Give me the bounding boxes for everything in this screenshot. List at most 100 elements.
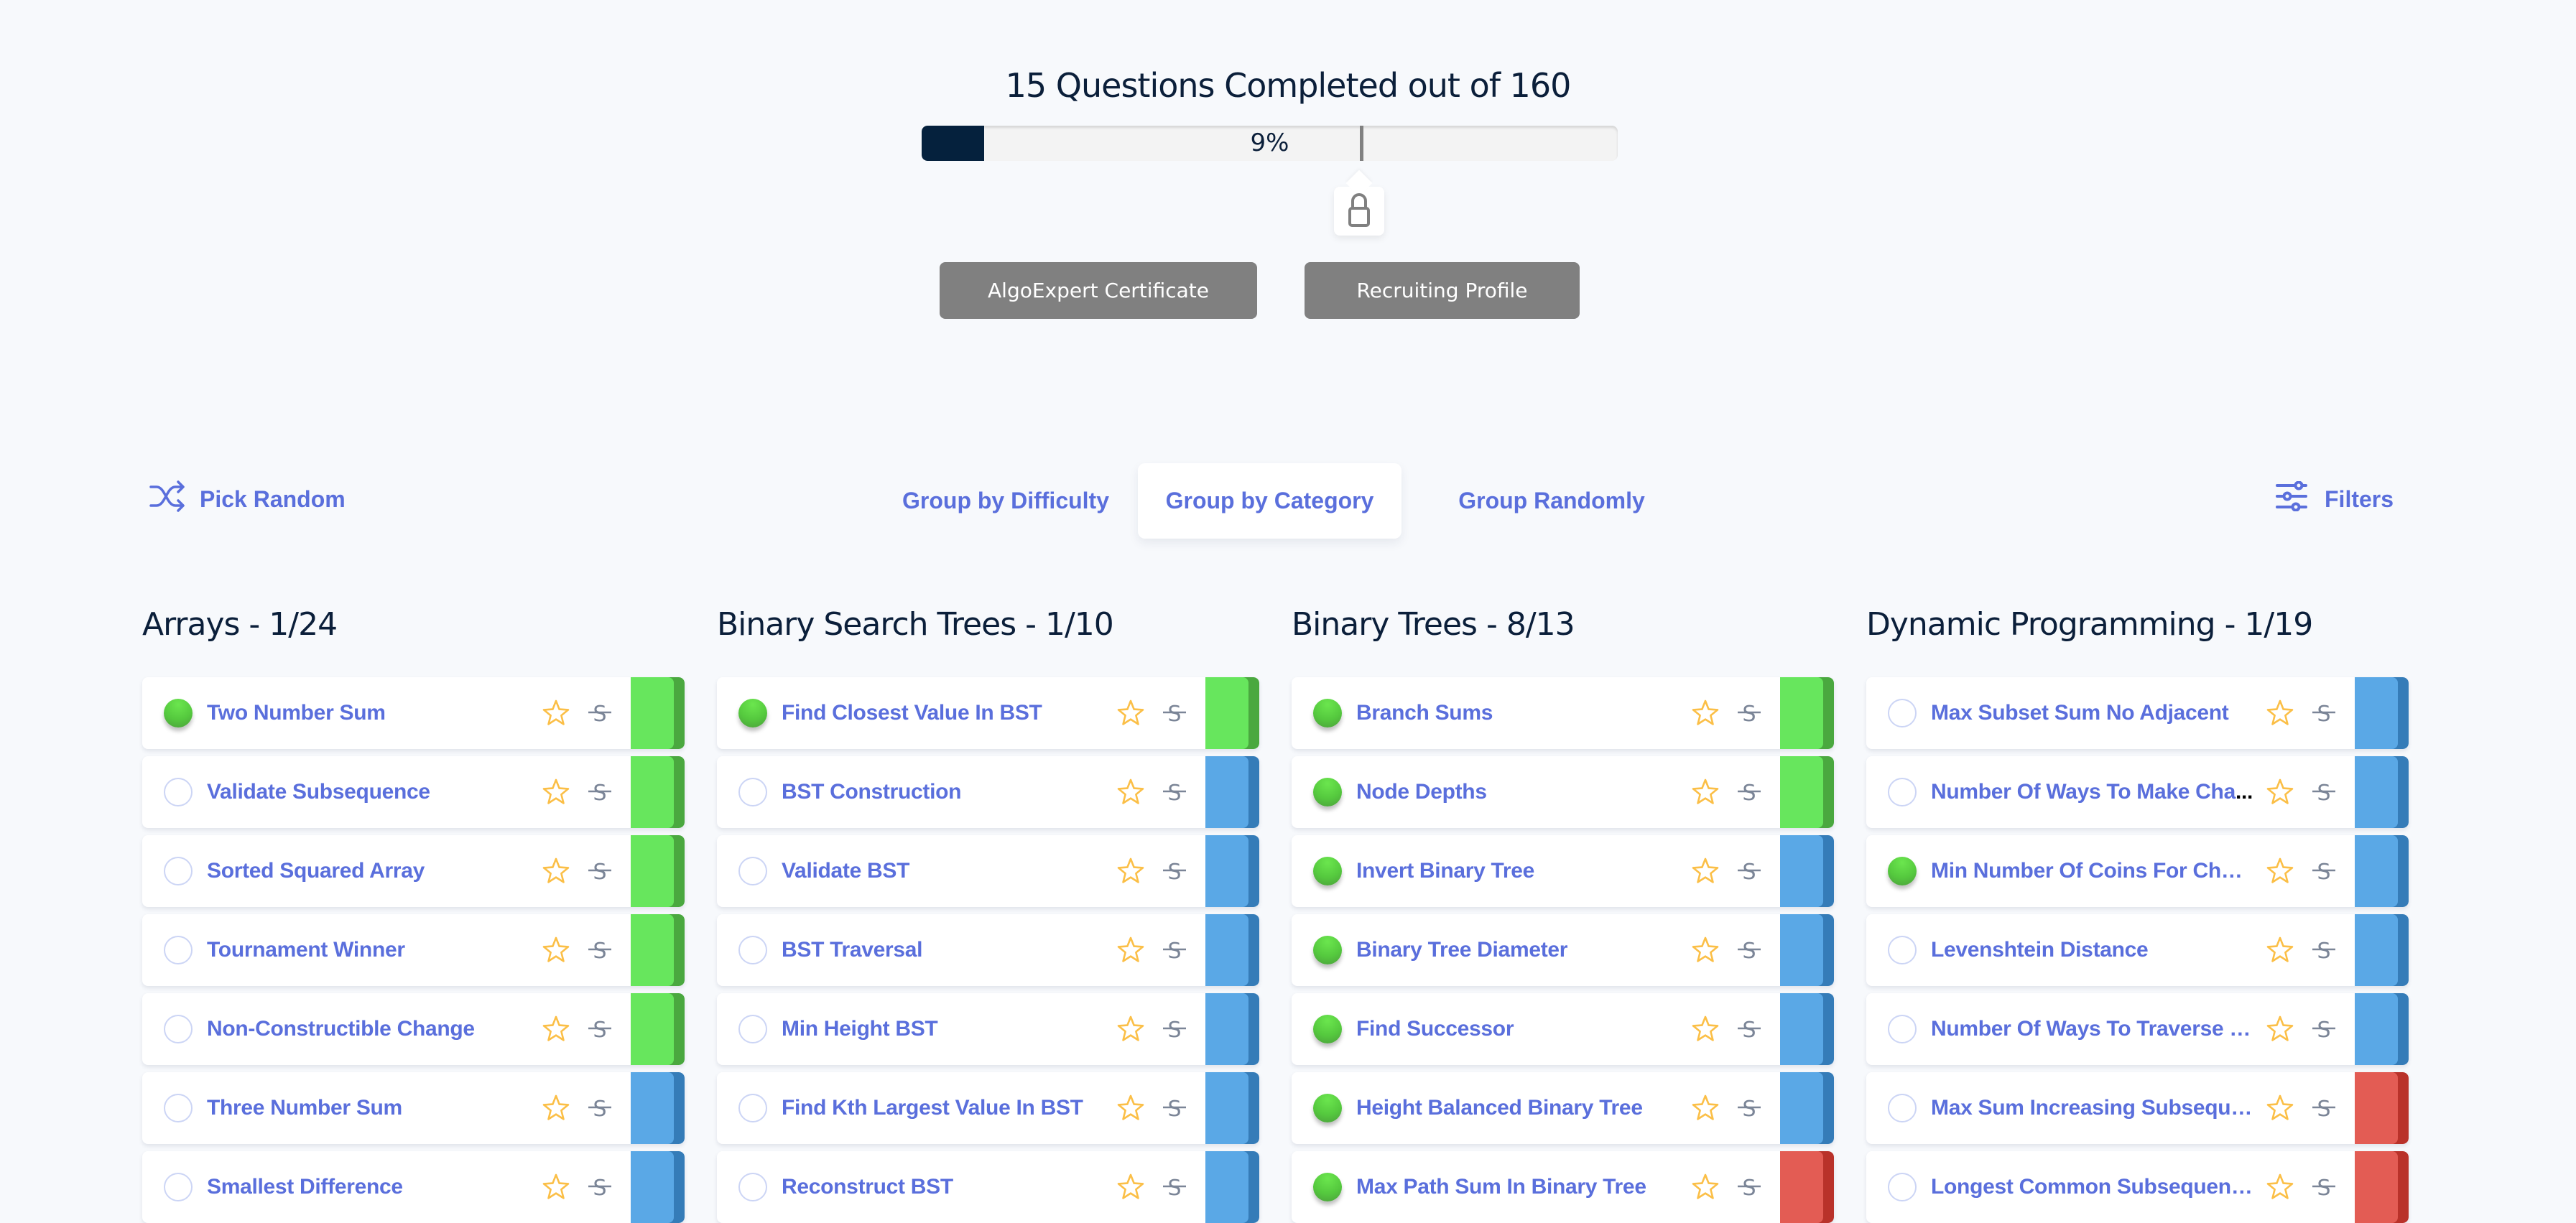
star-icon[interactable] (542, 1015, 570, 1043)
star-icon[interactable] (542, 778, 570, 806)
incomplete-indicator[interactable] (1888, 778, 1917, 806)
strikethrough-icon[interactable]: S (588, 1174, 612, 1201)
question-row[interactable]: Levenshtein Distance S (1866, 914, 2409, 986)
star-icon[interactable] (2266, 1173, 2294, 1201)
question-row[interactable]: Number Of Ways To Traverse G... S (1866, 993, 2409, 1065)
star-icon[interactable] (1116, 857, 1145, 885)
star-icon[interactable] (542, 1173, 570, 1201)
question-name[interactable]: Number Of Ways To Make Cha... (1931, 756, 2254, 828)
strikethrough-icon[interactable]: S (2312, 858, 2336, 885)
question-name[interactable]: Find Closest Value In BST (782, 677, 1105, 749)
star-icon[interactable] (542, 857, 570, 885)
star-icon[interactable] (1691, 1015, 1720, 1043)
question-name[interactable]: Min Height BST (782, 993, 1105, 1065)
question-row[interactable]: Non-Constructible Change S (142, 993, 685, 1065)
completed-indicator[interactable] (1313, 857, 1342, 885)
strikethrough-icon[interactable]: S (588, 700, 612, 727)
strikethrough-icon[interactable]: S (1737, 937, 1761, 964)
completed-indicator[interactable] (164, 699, 193, 727)
incomplete-indicator[interactable] (1888, 936, 1917, 964)
completed-indicator[interactable] (1313, 778, 1342, 806)
star-icon[interactable] (1116, 1094, 1145, 1122)
incomplete-indicator[interactable] (164, 1015, 193, 1043)
question-name[interactable]: Two Number Sum (207, 677, 530, 749)
strikethrough-icon[interactable]: S (2312, 1016, 2336, 1043)
recruiting-profile-button[interactable]: Recruiting Profile (1305, 262, 1580, 319)
star-icon[interactable] (1691, 857, 1720, 885)
question-name[interactable]: Number Of Ways To Traverse G... (1931, 993, 2254, 1065)
star-icon[interactable] (2266, 1094, 2294, 1122)
question-name[interactable]: Three Number Sum (207, 1072, 530, 1144)
star-icon[interactable] (2266, 936, 2294, 964)
question-name[interactable]: Find Successor (1356, 993, 1680, 1065)
strikethrough-icon[interactable]: S (588, 858, 612, 885)
question-row[interactable]: Max Subset Sum No Adjacent S (1866, 677, 2409, 749)
strikethrough-icon[interactable]: S (1737, 779, 1761, 806)
question-name[interactable]: Height Balanced Binary Tree (1356, 1072, 1680, 1144)
incomplete-indicator[interactable] (164, 857, 193, 885)
strikethrough-icon[interactable]: S (2312, 1174, 2336, 1201)
incomplete-indicator[interactable] (738, 936, 767, 964)
star-icon[interactable] (2266, 857, 2294, 885)
question-name[interactable]: Tournament Winner (207, 914, 530, 986)
tab-group-by-difficulty[interactable]: Group by Difficulty (876, 463, 1135, 539)
question-row[interactable]: Smallest Difference S (142, 1151, 685, 1223)
question-name[interactable]: Longest Common Subsequence (1931, 1151, 2254, 1223)
star-icon[interactable] (1691, 699, 1720, 727)
question-name[interactable]: Non-Constructible Change (207, 993, 530, 1065)
completed-indicator[interactable] (1313, 1173, 1342, 1201)
completed-indicator[interactable] (1888, 857, 1917, 885)
star-icon[interactable] (1116, 1173, 1145, 1201)
strikethrough-icon[interactable]: S (588, 937, 612, 964)
question-name[interactable]: Max Sum Increasing Subseque... (1931, 1072, 2254, 1144)
strikethrough-icon[interactable]: S (1162, 700, 1187, 727)
question-name[interactable]: Min Number Of Coins For Chan... (1931, 835, 2254, 907)
star-icon[interactable] (542, 1094, 570, 1122)
incomplete-indicator[interactable] (738, 1015, 767, 1043)
strikethrough-icon[interactable]: S (2312, 779, 2336, 806)
question-row[interactable]: Find Successor S (1292, 993, 1834, 1065)
strikethrough-icon[interactable]: S (588, 1095, 612, 1122)
question-name[interactable]: Branch Sums (1356, 677, 1680, 749)
question-row[interactable]: Reconstruct BST S (717, 1151, 1259, 1223)
star-icon[interactable] (2266, 699, 2294, 727)
question-row[interactable]: Max Sum Increasing Subseque... S (1866, 1072, 2409, 1144)
completed-indicator[interactable] (1313, 699, 1342, 727)
strikethrough-icon[interactable]: S (1737, 1095, 1761, 1122)
filters-button[interactable]: Filters (2276, 480, 2394, 517)
incomplete-indicator[interactable] (1888, 1015, 1917, 1043)
strikethrough-icon[interactable]: S (1162, 1016, 1187, 1043)
strikethrough-icon[interactable]: S (2312, 937, 2336, 964)
question-row[interactable]: BST Traversal S (717, 914, 1259, 986)
star-icon[interactable] (1116, 778, 1145, 806)
strikethrough-icon[interactable]: S (1162, 779, 1187, 806)
strikethrough-icon[interactable]: S (1737, 1016, 1761, 1043)
question-row[interactable]: Height Balanced Binary Tree S (1292, 1072, 1834, 1144)
incomplete-indicator[interactable] (1888, 1094, 1917, 1122)
incomplete-indicator[interactable] (738, 778, 767, 806)
tab-group-by-category[interactable]: Group by Category (1138, 463, 1401, 539)
question-row[interactable]: Sorted Squared Array S (142, 835, 685, 907)
strikethrough-icon[interactable]: S (2312, 1095, 2336, 1122)
question-name[interactable]: Max Path Sum In Binary Tree (1356, 1151, 1680, 1223)
star-icon[interactable] (1691, 1094, 1720, 1122)
incomplete-indicator[interactable] (738, 1094, 767, 1122)
star-icon[interactable] (542, 699, 570, 727)
star-icon[interactable] (1116, 1015, 1145, 1043)
question-row[interactable]: Node Depths S (1292, 756, 1834, 828)
completed-indicator[interactable] (1313, 1015, 1342, 1043)
question-row[interactable]: Number Of Ways To Make Cha... S (1866, 756, 2409, 828)
star-icon[interactable] (1691, 936, 1720, 964)
question-name[interactable]: Node Depths (1356, 756, 1680, 828)
incomplete-indicator[interactable] (1888, 699, 1917, 727)
question-name[interactable]: Sorted Squared Array (207, 835, 530, 907)
question-name[interactable]: Smallest Difference (207, 1151, 530, 1223)
incomplete-indicator[interactable] (164, 1173, 193, 1201)
star-icon[interactable] (2266, 1015, 2294, 1043)
star-icon[interactable] (2266, 778, 2294, 806)
question-row[interactable]: Binary Tree Diameter S (1292, 914, 1834, 986)
star-icon[interactable] (1691, 1173, 1720, 1201)
incomplete-indicator[interactable] (738, 857, 767, 885)
question-row[interactable]: Max Path Sum In Binary Tree S (1292, 1151, 1834, 1223)
completed-indicator[interactable] (738, 699, 767, 727)
